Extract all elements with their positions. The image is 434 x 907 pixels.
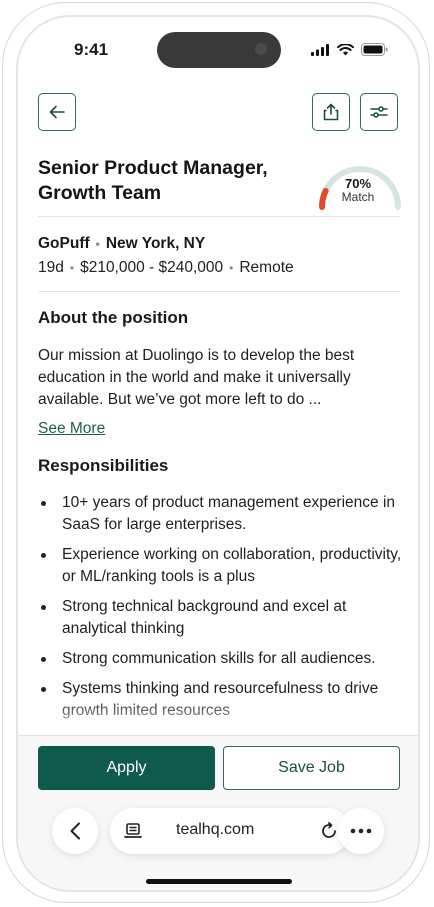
job-location: New York, NY [105,235,206,252]
more-options-button[interactable] [338,808,384,854]
company-location-line: GoPuff • New York, NY [38,235,205,253]
url-text: tealhq.com [176,821,255,838]
status-icons [311,43,388,56]
match-label: Match [341,190,375,204]
list-item: Strong technical background and excel at… [38,596,408,640]
divider-top [38,216,400,217]
match-percent: 70% [344,176,372,191]
scroll-fade [18,697,418,737]
list-item: Experience working on collaboration, pro… [38,544,408,588]
address-bar[interactable]: tealhq.com [110,808,350,854]
about-text: Our mission at Duolingo is to develop th… [38,347,355,408]
more-dots-icon [350,828,372,834]
home-indicator [146,879,292,884]
share-icon [323,103,339,121]
match-gauge: 70% Match [316,157,404,217]
battery-icon [361,43,388,56]
save-job-button[interactable]: Save Job [223,746,400,790]
about-heading: About the position [38,308,189,327]
share-button[interactable] [312,93,350,131]
company-name: GoPuff [38,235,90,252]
list-item: 10+ years of product management experien… [38,492,408,536]
work-type: Remote [239,259,294,276]
camera-dot [255,43,267,55]
job-meta-line: 19d • $210,000 - $240,000 • Remote [38,259,294,277]
reader-icon [124,823,142,838]
chevron-left-icon [70,822,80,840]
back-button[interactable] [38,93,76,131]
wifi-icon [337,43,354,55]
responsibilities-list: 10+ years of product management experien… [38,492,408,730]
apply-button[interactable]: Apply [38,746,215,790]
divider-middle [38,291,400,292]
list-item: Strong communication skills for all audi… [38,648,408,670]
separator-dot: • [229,260,234,275]
sliders-icon [370,106,388,118]
separator-dot: • [69,260,75,275]
arrow-left-icon [49,105,65,119]
dynamic-island [157,32,281,68]
responsibilities-heading: Responsibilities [38,456,169,475]
posted-age: 19d [38,259,64,276]
signal-icon [311,43,329,56]
filter-settings-button[interactable] [360,93,398,131]
salary-range: $210,000 - $240,000 [80,259,224,276]
reload-icon[interactable] [320,822,338,840]
status-time: 9:41 [74,40,109,59]
browser-back-button[interactable] [52,808,98,854]
device-screen: 9:41 Senior Product Manager, Growth Team… [16,15,420,892]
see-more-link[interactable]: See More [38,420,105,438]
job-title: Senior Product Manager, Growth Team [38,157,268,204]
separator-dot: • [95,236,100,251]
